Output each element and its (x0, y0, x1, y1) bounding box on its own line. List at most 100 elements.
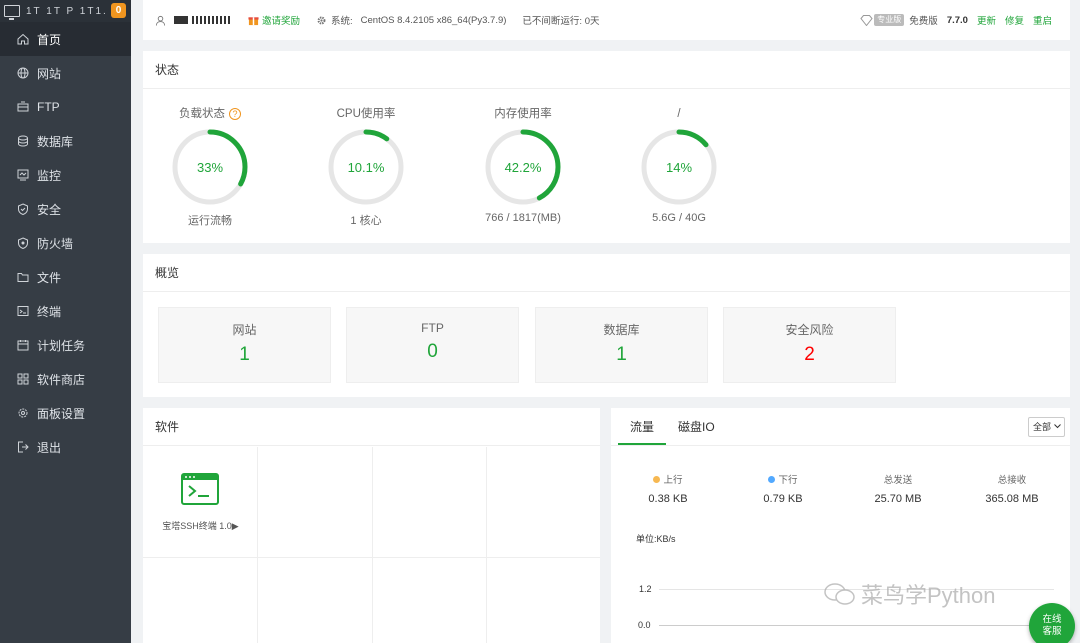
gauge-sub: 766 / 1817(MB) (485, 212, 561, 224)
invite-label: 邀请奖励 (262, 16, 301, 27)
axis-tick-top: 1.2 (639, 584, 652, 594)
card-value: 1 (239, 344, 250, 365)
gauge-label-text: / (677, 108, 681, 120)
card-label: 数据库 (603, 323, 640, 337)
gauge-ring: 42.2% (485, 129, 561, 205)
system-value: CentOS 8.4.2105 x86_64(Py3.7.9) (360, 14, 507, 26)
sidebar-item[interactable]: 防火墙 (0, 226, 131, 260)
folder-icon (17, 271, 29, 283)
notification-badge[interactable]: 0 (111, 3, 126, 18)
status-title: 状态 (143, 51, 1070, 89)
stat-label: 上行 (663, 475, 683, 486)
invite-link[interactable]: 邀请奖励 (248, 13, 300, 27)
software-slot (373, 558, 487, 643)
card-value: 2 (804, 344, 815, 365)
overview-card-sites[interactable]: 网站 1 (158, 307, 331, 383)
version-number: 7.7.0 (946, 14, 968, 26)
software-slot (487, 447, 600, 558)
top-bar: 邀请奖励 系统: CentOS 8.4.2105 x86_64(Py3.7.9)… (143, 0, 1070, 40)
overview-title: 概览 (143, 254, 1070, 292)
sidebar-item-label: 软件商店 (37, 372, 86, 387)
gift-icon (248, 16, 259, 25)
gauge[interactable]: CPU使用率 10.1% 1 核心 (301, 106, 431, 228)
pro-tag[interactable]: 专业版 (874, 14, 905, 26)
gauge[interactable]: 内存使用率 42.2% 766 / 1817(MB) (458, 106, 588, 224)
help-icon[interactable]: ? (229, 108, 241, 120)
stat-value: 365.08 MB (985, 493, 1039, 505)
sidebar-item[interactable]: 退出 (0, 430, 131, 464)
gauge-ring: 33% (172, 129, 248, 205)
uptime: 已不间断运行: 0天 (522, 13, 599, 27)
software-label: 宝塔SSH终端 1.0▶ (162, 521, 239, 531)
stat-download: 下行 0.79 KB (728, 472, 838, 505)
sidebar-item[interactable]: 计划任务 (0, 328, 131, 362)
sidebar-item-label: 数据库 (37, 134, 74, 149)
sidebar-item[interactable]: 文件 (0, 260, 131, 294)
logout-icon (17, 441, 29, 453)
software-panel: 软件 宝塔SSH终端 1.0▶ (143, 408, 600, 643)
stat-value: 0.79 KB (763, 493, 803, 505)
globe-icon (17, 67, 29, 79)
sidebar-item-label: 计划任务 (37, 338, 86, 353)
sidebar-item[interactable]: 终端 (0, 294, 131, 328)
tab-traffic[interactable]: 流量 (618, 408, 667, 445)
software-item[interactable]: 宝塔SSH终端 1.0▶ (143, 447, 258, 558)
ftp-icon (17, 101, 29, 113)
version-area: 专业版 免费版 7.7.0 更新 修复 重启 (860, 0, 1052, 40)
database-icon (17, 135, 29, 147)
gauge-value: 42.2% (505, 160, 542, 175)
overview-panel: 概览 网站 1 FTP 0 数据库 1 安全风险 2 (143, 254, 1070, 397)
stat-label: 下行 (778, 475, 798, 486)
gauge-value: 10.1% (348, 160, 385, 175)
sidebar-item-label: 退出 (37, 440, 62, 455)
range-select[interactable]: 全部 (1028, 417, 1065, 437)
sidebar-item[interactable]: 首页 (0, 22, 131, 56)
server-header: 1T 1T P 1T1. 11 0 (0, 0, 131, 22)
masked-host (192, 16, 232, 24)
stat-total-sent: 总发送 25.70 MB (843, 472, 953, 505)
sidebar-item[interactable]: 数据库 (0, 124, 131, 158)
sidebar-item[interactable]: 监控 (0, 158, 131, 192)
settings-icon (17, 407, 29, 419)
overview-card-ftp[interactable]: FTP 0 (346, 307, 519, 383)
gauge-sub: 1 核心 (350, 215, 382, 227)
gauge-sub: 运行流畅 (188, 215, 232, 227)
sidebar-item[interactable]: 安全 (0, 192, 131, 226)
overview-card-security[interactable]: 安全风险 2 (723, 307, 896, 383)
terminal-icon (17, 305, 29, 317)
sidebar-item[interactable]: 面板设置 (0, 396, 131, 430)
nav-list: 首页网站 FTP 数据库监控 安全 防火墙 文件终端计划任务软件商店面板设置退出 (0, 22, 131, 464)
online-service-button[interactable]: 在线 客服 (1029, 603, 1075, 643)
gear-icon (317, 16, 326, 24)
card-label: 安全风险 (785, 323, 834, 337)
home-icon (17, 33, 29, 45)
system-label: 系统: (331, 16, 353, 27)
gauge[interactable]: 负载状态? 33% 运行流畅 (145, 106, 275, 228)
baseline (659, 625, 1054, 626)
gauge-label-text: 负载状态 (179, 108, 225, 120)
chevron-down-icon (1054, 424, 1061, 429)
gauge-ring: 10.1% (328, 129, 404, 205)
gauge-label-text: CPU使用率 (336, 108, 396, 120)
card-label: 网站 (232, 323, 257, 337)
repair-link[interactable]: 修复 (1005, 13, 1024, 27)
traffic-tabs: 流量 磁盘IO (611, 408, 1070, 446)
stat-label: 总接收 (997, 475, 1027, 486)
firewall-icon (17, 237, 29, 249)
sidebar: 1T 1T P 1T1. 11 0 首页网站 FTP 数据库监控 安全 防火墙 文件终端计… (0, 0, 131, 643)
restart-link[interactable]: 重启 (1033, 13, 1052, 27)
overview-card-database[interactable]: 数据库 1 (535, 307, 708, 383)
sidebar-item[interactable]: 软件商店 (0, 362, 131, 396)
update-link[interactable]: 更新 (977, 13, 996, 27)
stat-upload: 上行 0.38 KB (613, 472, 723, 505)
tab-disk-io[interactable]: 磁盘IO (666, 408, 727, 445)
stat-label: 总发送 (883, 475, 913, 486)
watermark-text: 菜鸟学Python (861, 583, 996, 608)
gauge[interactable]: / 14% 5.6G / 40G (614, 106, 744, 224)
sidebar-item[interactable]: FTP (0, 90, 131, 124)
grid-icon (17, 373, 29, 385)
masked-username (174, 16, 188, 24)
sidebar-item[interactable]: 网站 (0, 56, 131, 90)
sidebar-item-label: 终端 (37, 304, 62, 319)
sidebar-item-label: 首页 (37, 32, 62, 47)
